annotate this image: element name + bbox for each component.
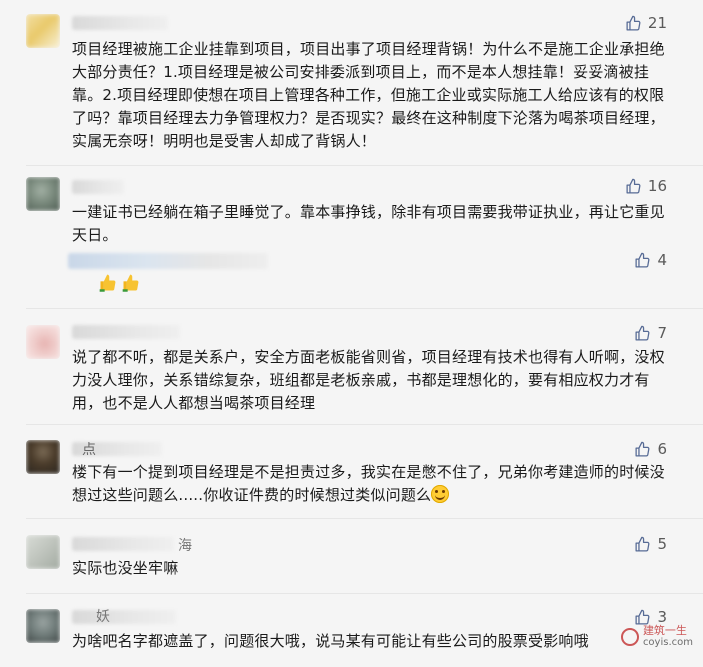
divider <box>26 593 703 594</box>
avatar[interactable] <box>26 14 60 48</box>
comment-list: 21 项目经理被施工企业挂靠到项目，项目出事了项目经理背锅！为什么不是施工企业承… <box>0 0 703 667</box>
commenter-name-redacted[interactable] <box>72 325 180 339</box>
watermark-logo-icon <box>620 628 639 646</box>
comment-text: 说了都不听，都是关系户，安全方面老板能省则省，项目经理有技术也得有人听啊，没权力… <box>72 348 665 412</box>
avatar[interactable] <box>26 440 60 474</box>
divider <box>26 518 703 519</box>
comment-text: 项目经理被施工企业挂靠到项目，项目出事了项目经理背锅！为什么不是施工企业承担绝大… <box>72 40 665 150</box>
like-button[interactable]: 6 <box>634 440 667 458</box>
like-count: 6 <box>657 440 667 458</box>
divider <box>26 308 703 309</box>
thumbs-up-icon <box>635 252 650 268</box>
commenter-name-redacted[interactable] <box>72 180 124 194</box>
like-count: 7 <box>657 324 667 342</box>
like-count: 5 <box>657 535 667 553</box>
commenter-name-fragment: 妖 <box>96 609 110 625</box>
like-count: 21 <box>647 14 667 32</box>
avatar[interactable] <box>26 177 60 211</box>
thumbs-up-icon <box>635 325 650 341</box>
watermark-url: coyis.com <box>642 637 693 648</box>
commenter-name-redacted[interactable] <box>72 16 168 30</box>
commenter-name-fragment: 海 <box>178 538 192 554</box>
like-button[interactable]: 4 <box>634 251 667 269</box>
watermark-title: 建筑一生 <box>642 624 687 637</box>
like-count: 4 <box>657 251 667 269</box>
thumbs-up-icon <box>626 15 641 31</box>
like-count: 16 <box>647 177 667 195</box>
site-watermark: 建筑一生 coyis.com <box>620 624 693 649</box>
comment-text: 为啥吧名字都遮盖了，问题很大哦，说马某有可能让有些公司的股票受影响哦 <box>72 632 589 650</box>
avatar[interactable] <box>26 535 60 569</box>
thumbs-up-icon <box>635 609 650 625</box>
divider <box>26 165 703 166</box>
avatar[interactable] <box>26 609 60 643</box>
thumbs-up-icon <box>635 441 650 457</box>
like-button[interactable]: 16 <box>625 177 667 195</box>
commenter-name-redacted[interactable] <box>72 610 176 624</box>
comment-text-body: 楼下有一个提到项目经理是不是担责过多，我实在是憋不住了，兄弟你考建造师的时候没想… <box>72 463 665 504</box>
commenter-name-redacted[interactable] <box>72 537 174 551</box>
thumbs-up-icon <box>626 178 641 194</box>
comment-text: 楼下有一个提到项目经理是不是担责过多，我实在是憋不住了，兄弟你考建造师的时候没想… <box>72 461 672 507</box>
comment-text: 实际也没坐牢嘛 <box>72 559 179 577</box>
like-button[interactable]: 7 <box>634 324 667 342</box>
thumbs-up-icon <box>635 536 650 552</box>
like-button[interactable]: 5 <box>634 535 667 553</box>
like-button[interactable]: 21 <box>625 14 667 32</box>
divider <box>26 424 703 425</box>
smile-emoji-icon <box>431 485 450 503</box>
comment-text: 一建证书已经躺在箱子里睡觉了。靠本事挣钱，除非有项目需要我带证执业，再让它重见天… <box>72 203 665 244</box>
commenter-name-fragment: 点 <box>82 442 96 458</box>
thumbs-up-emoji-icon <box>122 274 139 292</box>
avatar[interactable] <box>26 325 60 359</box>
thumbs-up-emoji-icon <box>99 274 116 292</box>
reply-content-redacted[interactable] <box>68 253 268 269</box>
